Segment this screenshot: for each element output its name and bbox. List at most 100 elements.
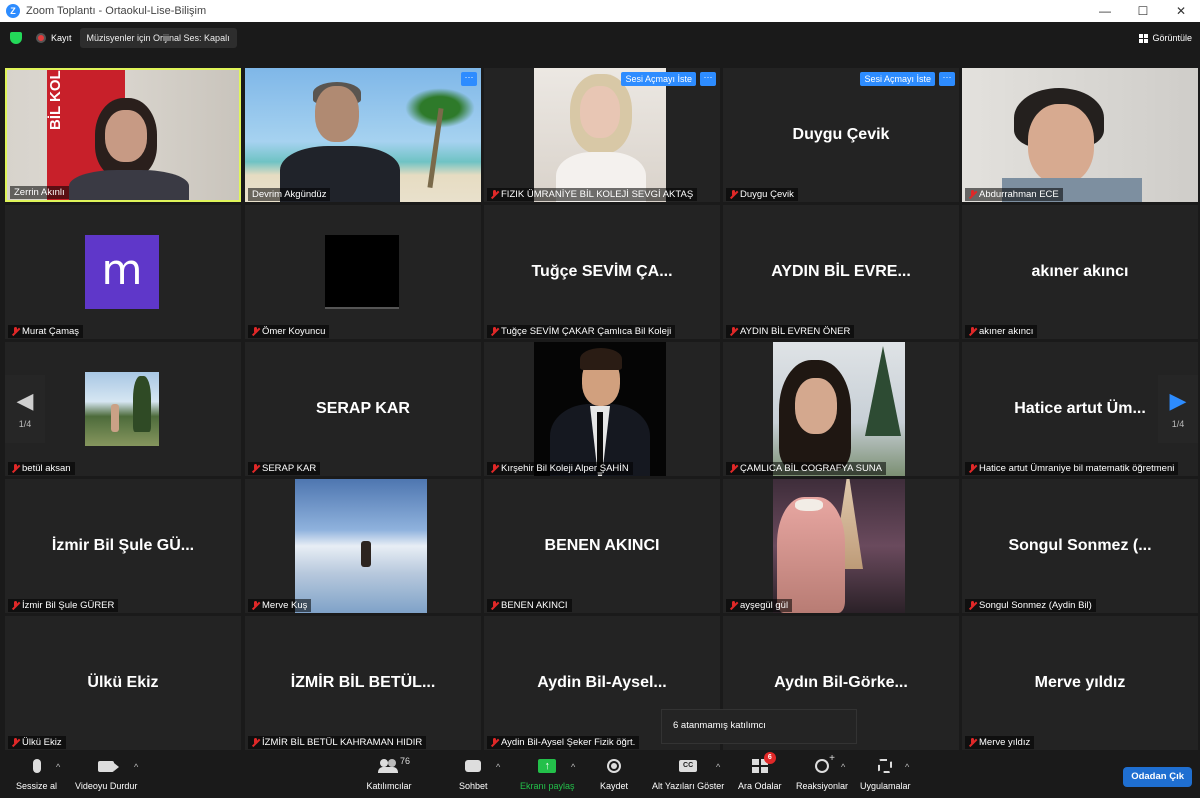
chat-button[interactable]: Sohbet [459, 756, 488, 791]
previous-page-button[interactable]: ◀ 1/4 [5, 375, 45, 443]
smiley-icon [815, 753, 835, 773]
profile-image [325, 235, 399, 309]
participant-tile[interactable]: ÇAMLICA BİL COGRAFYA SUNA [723, 342, 959, 476]
mic-muted-icon [11, 327, 20, 336]
participant-name: Duygu Çevik [726, 188, 798, 201]
participant-tile[interactable]: BİL KOLEJİ Zerrin Akınlı [5, 68, 241, 202]
participant-name: Merve yıldız [965, 736, 1035, 749]
participant-tile[interactable]: Songul Sonmez (... Songul Sonmez (Aydin … [962, 479, 1198, 613]
participant-tile[interactable]: Kırşehir Bil Koleji Alper ŞAHİN [484, 342, 720, 476]
share-screen-icon: ↑ [538, 759, 557, 773]
participant-display-name: Ülkü Ekiz [87, 674, 159, 691]
participant-tile[interactable]: Sesi Açmayı İste ··· FIZIK ÜMRANİYE BİL … [484, 68, 720, 202]
maximize-button[interactable]: ☐ [1124, 0, 1162, 22]
stop-video-label: Videoyu Durdur [75, 781, 138, 791]
participant-name: Abdurrahman ECE [965, 188, 1063, 201]
participant-tile[interactable]: Ömer Koyuncu [245, 205, 481, 339]
request-unmute-button[interactable]: Sesi Açmayı İste [860, 72, 935, 86]
show-captions-button[interactable]: CC Alt Yazıları Göster [652, 756, 724, 791]
participant-tile[interactable]: Duygu Çevik Sesi Açmayı İste ··· Duygu Ç… [723, 68, 959, 202]
participant-name: ÇAMLICA BİL COGRAFYA SUNA [726, 462, 887, 475]
window-controls: — ☐ ✕ [1086, 0, 1200, 22]
share-options-caret[interactable]: ^ [571, 762, 575, 772]
closed-captions-icon: CC [679, 760, 698, 772]
participant-tile[interactable]: İZMİR BİL BETÜL... İZMİR BİL BETÜL KAHRA… [245, 616, 481, 750]
participant-name: betül aksan [8, 462, 75, 475]
participant-tile[interactable]: m Murat Çamaş [5, 205, 241, 339]
chevron-left-icon: ◀ [16, 388, 34, 413]
grid-view-icon [1139, 33, 1149, 43]
captions-options-caret[interactable]: ^ [716, 762, 720, 772]
participant-display-name: Aydın Bil-Görke... [774, 674, 908, 691]
record-dot-icon [36, 33, 46, 43]
record-label: Kaydet [600, 781, 629, 791]
mic-muted-icon [729, 327, 738, 336]
participant-tile[interactable]: Ülkü Ekiz Ülkü Ekiz [5, 616, 241, 750]
apps-options-caret[interactable]: ^ [905, 762, 909, 772]
tile-more-button[interactable]: ··· [939, 72, 955, 86]
tile-more-button[interactable]: ··· [700, 72, 716, 86]
apps-label: Uygulamalar [860, 781, 911, 791]
mute-button[interactable]: Sessize al [16, 756, 57, 791]
breakout-rooms-button[interactable]: 6 Ara Odalar [738, 752, 782, 791]
mic-muted-icon [968, 601, 977, 610]
apps-button[interactable]: Uygulamalar [860, 756, 911, 791]
window-titlebar: Z Zoom Toplantı - Ortaokul-Lise-Bilişim … [0, 0, 1200, 22]
participant-name: Ömer Koyuncu [248, 325, 330, 338]
meeting-toolbar: Sessize al ^ Videoyu Durdur ^ 76 Katılım… [0, 750, 1200, 798]
mic-muted-icon [490, 190, 499, 199]
participant-name: İzmir Bil Şule GÜRER [8, 599, 119, 612]
participant-tile[interactable]: Merve yıldız Merve yıldız [962, 616, 1198, 750]
captions-label: Alt Yazıları Göster [652, 781, 725, 791]
participant-display-name: akıner akıncı [1031, 263, 1129, 280]
participant-tile[interactable]: akıner akıncı akıner akıncı [962, 205, 1198, 339]
participant-name: Murat Çamaş [8, 325, 84, 338]
reactions-label: Reaksiyonlar [796, 781, 849, 791]
mic-muted-icon [968, 190, 977, 199]
close-button[interactable]: ✕ [1162, 0, 1200, 22]
security-shield-icon[interactable] [10, 32, 22, 44]
participant-name: SERAP KAR [248, 462, 321, 475]
participant-tile[interactable]: ayşegül gül [723, 479, 959, 613]
stop-video-button[interactable]: Videoyu Durdur [75, 756, 137, 791]
mic-muted-icon [251, 464, 260, 473]
request-unmute-button[interactable]: Sesi Açmayı İste [621, 72, 696, 86]
mic-muted-icon [251, 601, 260, 610]
participant-tile[interactable]: Abdurrahman ECE [962, 68, 1198, 202]
minimize-button[interactable]: — [1086, 0, 1124, 22]
participant-tile[interactable]: BENEN AKINCI BENEN AKINCI [484, 479, 720, 613]
participant-name: Merve Kuş [248, 599, 312, 612]
video-feed: BİL KOLEJİ [7, 70, 239, 200]
participant-name: Aydin Bil-Aysel Şeker Fizik öğrt. [487, 736, 640, 749]
participant-tile[interactable]: AYDIN BİL EVRE... AYDIN BİL EVREN ÖNER [723, 205, 959, 339]
share-screen-label: Ekranı paylaş [520, 781, 575, 791]
participant-display-name: AYDIN BİL EVRE... [771, 263, 911, 280]
participant-tile[interactable]: SERAP KAR SERAP KAR [245, 342, 481, 476]
chat-bubble-icon [465, 760, 482, 772]
participant-name: İZMİR BİL BETÜL KAHRAMAN HIDIR [248, 736, 427, 749]
page-indicator: 1/4 [1171, 419, 1185, 429]
audio-options-caret[interactable]: ^ [56, 762, 60, 772]
participants-icon [378, 759, 398, 773]
reactions-options-caret[interactable]: ^ [841, 762, 845, 772]
participants-button[interactable]: 76 Katılımcılar [366, 756, 412, 791]
share-screen-button[interactable]: ↑ Ekranı paylaş [520, 756, 575, 791]
leave-room-button[interactable]: Odadan Çık [1123, 767, 1192, 787]
microphone-icon [32, 759, 41, 773]
participant-name: BENEN AKINCI [487, 599, 572, 612]
participant-tile[interactable]: İzmir Bil Şule GÜ... İzmir Bil Şule GÜRE… [5, 479, 241, 613]
tile-more-button[interactable]: ··· [461, 72, 477, 86]
next-page-button[interactable]: ▶ 1/4 [1158, 375, 1198, 443]
recording-indicator[interactable]: Kayıt [36, 33, 72, 43]
view-button[interactable]: Görüntüle [1139, 33, 1192, 43]
participant-tile[interactable]: ··· Devrim Akgündüz [245, 68, 481, 202]
chat-options-caret[interactable]: ^ [496, 762, 500, 772]
participant-tile[interactable]: Merve Kuş [245, 479, 481, 613]
participant-name: Hatice artut Ümraniye bil matematik öğre… [965, 462, 1179, 475]
mic-muted-icon [490, 601, 499, 610]
original-sound-button[interactable]: Müzisyenler için Orijinal Ses: Kapalı [79, 28, 237, 48]
video-options-caret[interactable]: ^ [134, 762, 138, 772]
record-button[interactable]: Kaydet [600, 756, 628, 791]
participant-display-name: Duygu Çevik [792, 126, 890, 143]
participant-tile[interactable]: Tuğçe SEVİM ÇA... Tuğçe SEVİM ÇAKAR Çaml… [484, 205, 720, 339]
